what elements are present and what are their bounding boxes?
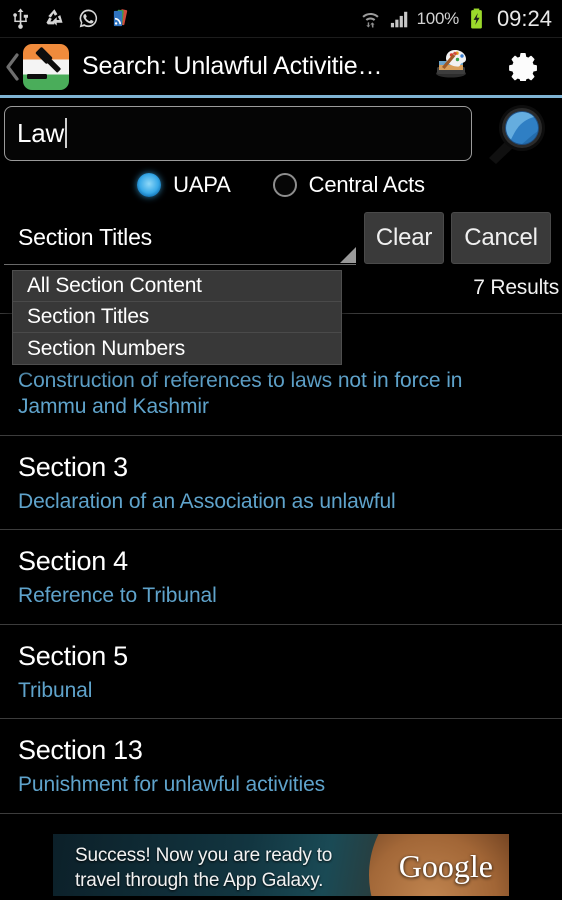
filter-control-row: Section Titles Clear Cancel bbox=[0, 209, 562, 267]
scope-radio-group: UAPA Central Acts bbox=[0, 166, 562, 204]
theme-button[interactable] bbox=[433, 47, 469, 86]
whatsapp-icon bbox=[79, 9, 98, 28]
battery-charging-icon bbox=[471, 8, 482, 29]
google-logo: Google bbox=[398, 848, 493, 884]
page-title: Search: Unlawful Activitie… bbox=[82, 52, 383, 80]
ad-text-line2: travel through the App Galaxy. bbox=[75, 870, 324, 892]
accent-divider bbox=[0, 95, 562, 98]
ad-banner[interactable]: Success! Now you are ready to travel thr… bbox=[0, 830, 562, 900]
list-item[interactable]: Section 5 Tribunal bbox=[0, 625, 562, 720]
list-item[interactable]: Section 13 Punishment for unlawful activ… bbox=[0, 719, 562, 814]
magnifier-icon bbox=[489, 105, 545, 164]
back-button[interactable] bbox=[4, 52, 21, 81]
back-chevron-icon bbox=[6, 52, 19, 81]
ad-text-line1: Success! Now you are ready to bbox=[75, 845, 333, 866]
filter-dropdown-menu[interactable]: All Section Content Section Titles Secti… bbox=[12, 270, 342, 365]
status-bar-system-icons: 100% 09:24 bbox=[359, 6, 562, 32]
dropdown-option-all-section-content[interactable]: All Section Content bbox=[13, 271, 341, 302]
filter-spinner[interactable]: Section Titles bbox=[4, 211, 356, 265]
clock-label: 09:24 bbox=[496, 5, 552, 31]
battery-percent-label: 100% bbox=[416, 8, 460, 28]
action-bar: Search: Unlawful Activitie… bbox=[0, 38, 562, 95]
radio-label-central-acts: Central Acts bbox=[308, 172, 425, 197]
app-icon-gavel-flag[interactable] bbox=[23, 43, 69, 90]
status-bar-notification-icons bbox=[0, 7, 134, 30]
status-bar: 100% 09:24 bbox=[0, 0, 562, 38]
dropdown-option-section-titles[interactable]: Section Titles bbox=[13, 302, 341, 333]
list-item-title: Section 13 bbox=[18, 735, 143, 766]
radio-option-uapa[interactable]: UAPA bbox=[137, 172, 231, 198]
gear-icon bbox=[509, 52, 537, 83]
ad-text: Success! Now you are ready to travel thr… bbox=[75, 843, 332, 893]
ad-banner-content: Success! Now you are ready to travel thr… bbox=[53, 834, 509, 896]
search-button[interactable] bbox=[478, 102, 552, 164]
cell-signal-icon bbox=[390, 11, 407, 28]
action-bar-buttons bbox=[433, 47, 562, 86]
cancel-button[interactable]: Cancel bbox=[451, 212, 551, 264]
search-input[interactable]: Law bbox=[4, 105, 472, 161]
text-caret bbox=[65, 118, 68, 148]
list-item[interactable]: Section 4 Reference to Tribunal bbox=[0, 530, 562, 625]
dropdown-option-section-numbers[interactable]: Section Numbers bbox=[13, 333, 341, 364]
search-row: Law bbox=[0, 102, 562, 164]
sync-icon bbox=[46, 9, 63, 26]
list-item-subtitle: Punishment for unlawful activities bbox=[18, 773, 326, 797]
radio-indicator-selected bbox=[137, 173, 162, 197]
clear-button[interactable]: Clear bbox=[364, 212, 444, 264]
app-screen: 100% 09:24 Search: Unlawful Activitie… L… bbox=[0, 0, 562, 900]
usb-icon bbox=[13, 8, 28, 29]
spinner-dropdown-indicator-icon bbox=[340, 247, 356, 263]
paint-palette-icon bbox=[436, 50, 466, 78]
list-item-subtitle: Reference to Tribunal bbox=[18, 584, 217, 608]
results-list[interactable]: Section 2A Construction of references to… bbox=[0, 315, 562, 835]
list-item-subtitle: Tribunal bbox=[18, 678, 93, 702]
search-input-value: Law bbox=[17, 117, 65, 148]
list-item-title: Section 3 bbox=[18, 451, 128, 482]
radio-indicator-unselected bbox=[272, 173, 297, 197]
radio-label-uapa: UAPA bbox=[173, 172, 231, 197]
currents-icon bbox=[113, 9, 128, 27]
list-item[interactable]: Section 3 Declaration of an Association … bbox=[0, 436, 562, 531]
wifi-icon bbox=[362, 12, 379, 28]
list-item-subtitle: Declaration of an Association as unlawfu… bbox=[18, 489, 396, 513]
gavel-icon bbox=[27, 46, 61, 79]
radio-option-central-acts[interactable]: Central Acts bbox=[272, 172, 425, 198]
list-item-title: Section 4 bbox=[18, 546, 128, 577]
list-item-title: Section 5 bbox=[18, 640, 128, 671]
settings-button[interactable] bbox=[507, 48, 540, 86]
results-count-label: 7 Results bbox=[473, 276, 559, 299]
list-item-subtitle: Construction of references to laws not i… bbox=[18, 369, 463, 419]
filter-spinner-value: Section Titles bbox=[18, 224, 152, 250]
